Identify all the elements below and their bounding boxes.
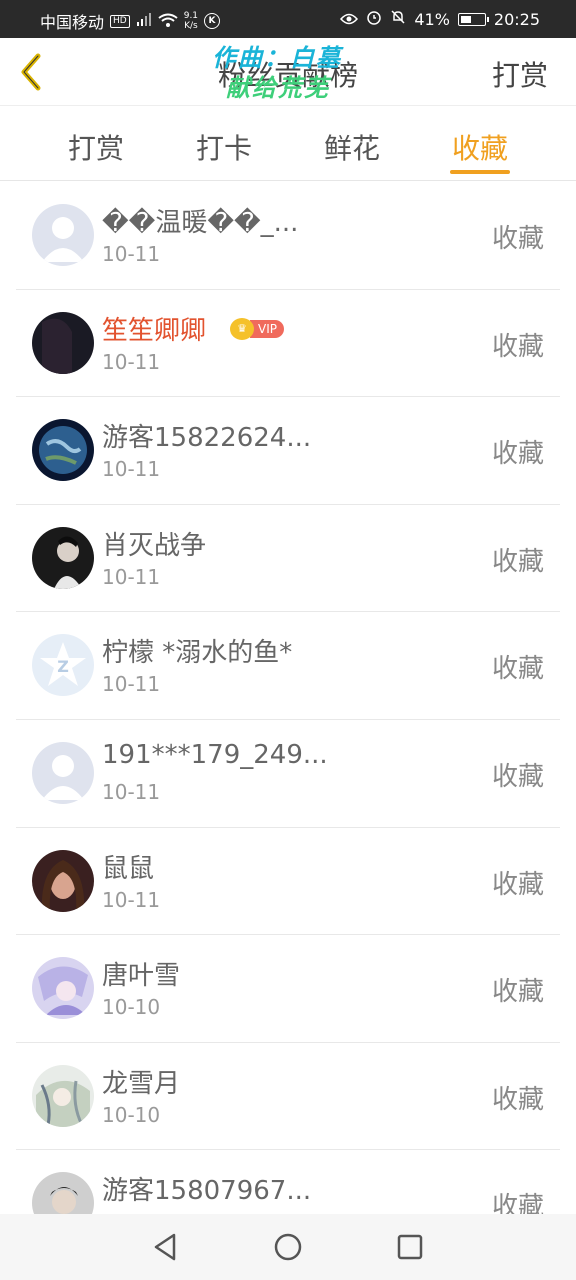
tab-reward[interactable]: 打赏 bbox=[32, 107, 160, 180]
anime-avatar bbox=[32, 957, 94, 1020]
user-name: ��温暖��_... bbox=[102, 208, 299, 238]
tab-checkin[interactable]: 打卡 bbox=[160, 107, 288, 180]
action-label: 收藏 bbox=[491, 977, 544, 1008]
action-label: 收藏 bbox=[491, 439, 544, 470]
planet-avatar bbox=[32, 419, 94, 482]
list-item[interactable]: 肖灭战争 10-11 收藏 bbox=[16, 505, 560, 613]
nav-recents-button[interactable] bbox=[394, 1231, 426, 1263]
photo-avatar bbox=[32, 526, 94, 589]
reward-button[interactable]: 打赏 bbox=[492, 54, 548, 94]
tab-flowers[interactable]: 鲜花 bbox=[288, 107, 416, 180]
user-name: 游客15822624... bbox=[102, 423, 312, 454]
photo-avatar bbox=[32, 311, 94, 374]
page-title: 粉丝贡献榜 bbox=[217, 59, 358, 92]
user-date: 10-11 bbox=[102, 887, 161, 912]
nav-home-button[interactable] bbox=[272, 1231, 304, 1263]
user-name: 191***179_249... bbox=[102, 739, 328, 770]
list-item[interactable]: Z 柠檬 *溺水的鱼* 10-11 收藏 bbox=[16, 612, 560, 720]
k-app-icon: K bbox=[204, 13, 221, 29]
user-date: 10-11 bbox=[102, 242, 161, 266]
anime-avatar bbox=[32, 1064, 94, 1127]
user-name: 龙雪月 bbox=[102, 1068, 181, 1099]
user-date: 10-10 bbox=[102, 995, 161, 1020]
mute-icon bbox=[390, 9, 406, 29]
user-name: 柠檬 *溺水的鱼* bbox=[102, 638, 293, 669]
list-item[interactable]: 鼠鼠 10-11 收藏 bbox=[16, 828, 560, 936]
photo-avatar bbox=[32, 849, 94, 912]
user-date: 10-11 bbox=[102, 564, 161, 589]
action-label: 收藏 bbox=[491, 546, 544, 577]
list-item[interactable]: ��温暖��_... 10-11 收藏 bbox=[16, 182, 560, 290]
user-date: 10-10 bbox=[102, 1102, 161, 1127]
list-item[interactable]: 笙笙卿卿 ♛ VIP 10-11 收藏 bbox=[16, 290, 560, 398]
user-date: 10-11 bbox=[102, 779, 161, 804]
signal-icon bbox=[136, 12, 152, 31]
triangle-back-icon bbox=[154, 1233, 176, 1261]
eye-icon bbox=[340, 10, 359, 29]
list-item[interactable]: 龙雪月 10-10 收藏 bbox=[16, 1043, 560, 1151]
action-label: 收藏 bbox=[491, 331, 544, 362]
action-label: 收藏 bbox=[491, 224, 544, 254]
user-name: 游客15807967... bbox=[102, 1176, 312, 1207]
circle-home-icon bbox=[274, 1233, 302, 1261]
user-date: 10-11 bbox=[102, 457, 161, 482]
hd-icon: HD bbox=[110, 14, 130, 28]
crown-icon: ♛ bbox=[230, 317, 254, 340]
network-speed: 9.1 K/s bbox=[183, 11, 199, 31]
clock-time: 20:25 bbox=[493, 9, 540, 29]
tab-bar: 打赏 打卡 鲜花 收藏 bbox=[0, 107, 576, 181]
system-nav-bar bbox=[0, 1214, 576, 1280]
action-label: 收藏 bbox=[491, 654, 544, 685]
user-name: 笙笙卿卿 bbox=[102, 315, 207, 346]
user-name: 鼠鼠 bbox=[102, 853, 155, 884]
svg-text:Z: Z bbox=[57, 657, 69, 676]
battery-percent: 41% bbox=[414, 9, 450, 29]
app-header: 粉丝贡献榜 打赏 作曲：白墓 献给荒芜 bbox=[0, 38, 576, 106]
vip-label: VIP bbox=[250, 319, 284, 338]
vip-badge: ♛ VIP bbox=[230, 317, 284, 340]
tab-favorites[interactable]: 收藏 bbox=[416, 107, 544, 180]
user-name: 唐叶雪 bbox=[102, 961, 181, 992]
nav-back-button[interactable] bbox=[150, 1231, 182, 1263]
user-date: 10-11 bbox=[102, 349, 161, 374]
status-bar: 中国移动 HD 9.1 K/s K 41% 20:25 bbox=[0, 0, 576, 38]
z-logo-avatar: Z bbox=[32, 634, 94, 697]
alarm-icon bbox=[366, 9, 382, 29]
list-item[interactable]: 191***179_249... 10-11 收藏 bbox=[16, 720, 560, 828]
square-recents-icon bbox=[397, 1234, 423, 1260]
default-avatar bbox=[32, 204, 94, 266]
battery-icon bbox=[457, 12, 489, 26]
carrier-label: 中国移动 bbox=[40, 13, 105, 32]
list-item[interactable]: 唐叶雪 10-10 收藏 bbox=[16, 935, 560, 1043]
action-label: 收藏 bbox=[491, 869, 544, 900]
user-name: 肖灭战争 bbox=[102, 530, 207, 561]
user-date: 10-11 bbox=[102, 672, 161, 697]
action-label: 收藏 bbox=[491, 761, 544, 792]
active-tab-indicator bbox=[450, 170, 510, 174]
list-item[interactable]: 游客15822624... 10-11 收藏 bbox=[16, 397, 560, 505]
fan-list: ��温暖��_... 10-11 收藏 笙笙卿卿 ♛ VIP 10-11 收藏 … bbox=[16, 182, 560, 1258]
wifi-icon bbox=[158, 12, 178, 31]
action-label: 收藏 bbox=[491, 1084, 544, 1115]
default-avatar bbox=[32, 741, 94, 804]
